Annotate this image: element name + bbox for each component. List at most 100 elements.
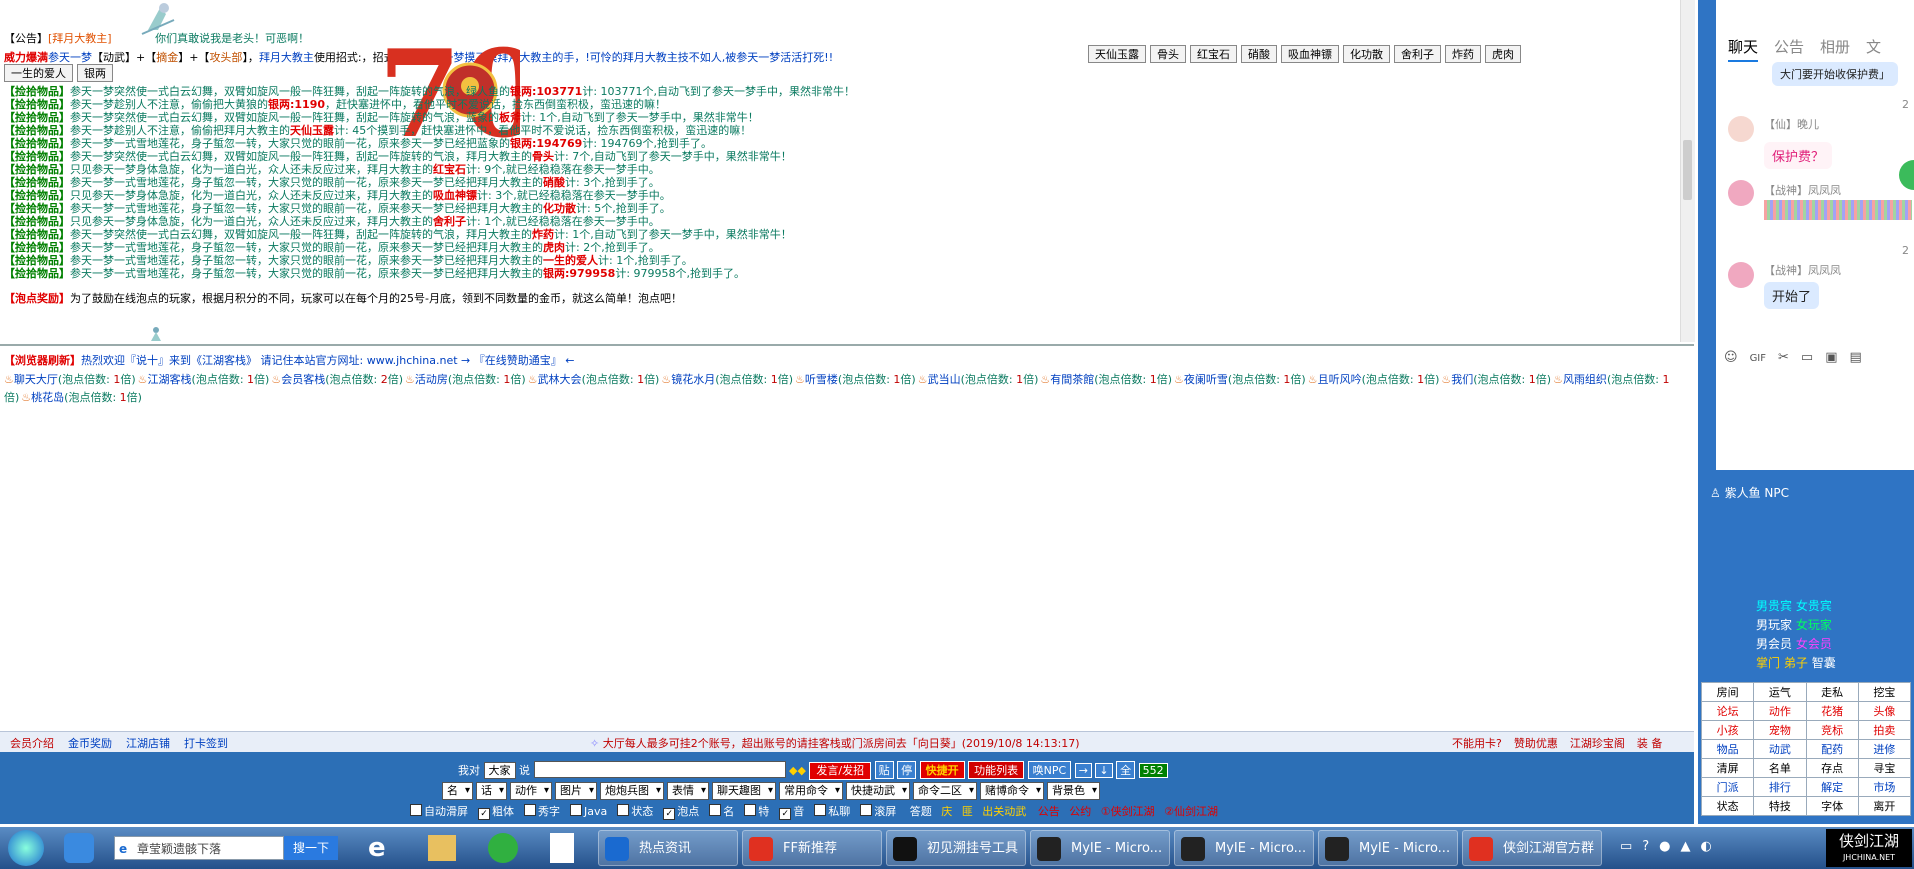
room-link[interactable]: ♨活动房(泡点倍数: 1倍) bbox=[405, 373, 526, 386]
option-checkbox[interactable]: 私聊 bbox=[814, 803, 850, 819]
item-button[interactable]: 舍利子 bbox=[1394, 45, 1441, 63]
command-select[interactable]: 快捷动武 bbox=[846, 782, 910, 800]
menu-cell[interactable]: 宠物 bbox=[1753, 720, 1807, 740]
link-shop[interactable]: 江湖店铺 bbox=[126, 737, 170, 750]
menu-cell[interactable]: 解定 bbox=[1805, 777, 1859, 797]
arrow-right-button[interactable]: → bbox=[1074, 763, 1092, 778]
option-checkbox[interactable]: ✓ 粗体 bbox=[478, 803, 514, 820]
paste-button[interactable]: 贴 bbox=[874, 761, 894, 779]
menu-cell[interactable]: 走私 bbox=[1805, 682, 1859, 702]
item-button[interactable]: 一生的爱人 bbox=[4, 64, 73, 82]
server1-link[interactable]: ①侠剑江湖 bbox=[1101, 805, 1155, 818]
folder-icon[interactable]: ▭ bbox=[1801, 350, 1813, 365]
option-checkbox[interactable]: 名 bbox=[709, 803, 734, 819]
task-myie-3[interactable]: MyIE - Micro... bbox=[1318, 830, 1458, 866]
function-list-button[interactable]: 功能列表 bbox=[968, 761, 1025, 779]
room-link[interactable]: ♨桃花岛(泡点倍数: 1倍) bbox=[21, 391, 142, 404]
menu-cell[interactable]: 拍卖 bbox=[1857, 720, 1912, 740]
checkbox-box[interactable] bbox=[524, 804, 536, 816]
arrow-down-button[interactable]: ↓ bbox=[1095, 763, 1113, 778]
npc-entry[interactable]: ♙ 紫人鱼 NPC bbox=[1710, 484, 1789, 501]
tab-album[interactable]: 相册 bbox=[1820, 36, 1850, 57]
link-sponsor[interactable]: 赞助优惠 bbox=[1514, 737, 1558, 750]
task-myie-1[interactable]: MyIE - Micro... bbox=[1030, 830, 1170, 866]
menu-cell[interactable]: 存点 bbox=[1805, 758, 1859, 778]
menu-cell[interactable]: 运气 bbox=[1753, 682, 1807, 702]
link-equip[interactable]: 装 备 bbox=[1637, 737, 1663, 750]
menu-cell[interactable]: 门派 bbox=[1700, 777, 1755, 797]
command-select[interactable]: 聊天趣图 bbox=[712, 782, 776, 800]
document-icon[interactable] bbox=[550, 833, 574, 863]
menu-cell[interactable]: 房间 bbox=[1700, 682, 1755, 702]
option-checkbox[interactable]: 状态 bbox=[617, 803, 653, 819]
command-select[interactable]: 炮炮兵图 bbox=[600, 782, 664, 800]
more-icon[interactable]: ▤ bbox=[1850, 350, 1862, 365]
start-button[interactable] bbox=[8, 830, 44, 866]
checkbox-box[interactable] bbox=[814, 804, 827, 816]
checkbox-box[interactable]: ✓ bbox=[478, 808, 490, 820]
task-qq-group[interactable]: 侠剑江湖官方群 bbox=[1462, 830, 1602, 866]
task-hot-news[interactable]: 热点资讯 bbox=[598, 830, 738, 866]
room-link[interactable]: ♨且听风吟(泡点倍数: 1倍) bbox=[1308, 373, 1440, 386]
target-select[interactable]: 大家 bbox=[483, 762, 516, 779]
scissors-icon[interactable]: ✂ bbox=[1778, 350, 1789, 365]
menu-cell[interactable]: 特技 bbox=[1753, 796, 1807, 816]
checkbox-box[interactable] bbox=[410, 804, 422, 816]
command-select[interactable]: 话 bbox=[476, 782, 507, 800]
tab-announce[interactable]: 公告 bbox=[1774, 36, 1804, 57]
task-ff[interactable]: FF新推荐 bbox=[742, 830, 882, 866]
search-input[interactable]: e 章莹颖遗骸下落 bbox=[114, 836, 284, 860]
menu-cell[interactable]: 字体 bbox=[1805, 796, 1859, 816]
menu-cell[interactable]: 进修 bbox=[1857, 739, 1912, 759]
command-select[interactable]: 图片 bbox=[555, 782, 597, 800]
emoji-icon[interactable]: ☺ bbox=[1724, 350, 1738, 365]
room-link[interactable]: ♨武当山(泡点倍数: 1倍) bbox=[918, 373, 1039, 386]
call-npc-button[interactable]: 唤NPC bbox=[1027, 761, 1072, 779]
all-button[interactable]: 全 bbox=[1116, 761, 1136, 779]
tab-chat[interactable]: 聊天 bbox=[1728, 36, 1758, 57]
rules-link[interactable]: 公约 bbox=[1069, 805, 1091, 818]
image-icon[interactable]: ▣ bbox=[1825, 350, 1837, 365]
checkbox-box[interactable] bbox=[709, 804, 722, 816]
menu-cell[interactable]: 竞标 bbox=[1805, 720, 1859, 740]
menu-cell[interactable]: 挖宝 bbox=[1857, 682, 1912, 702]
server2-link[interactable]: ②仙剑江湖 bbox=[1164, 805, 1218, 818]
menu-cell[interactable]: 清屏 bbox=[1700, 758, 1755, 778]
menu-cell[interactable]: 寻宝 bbox=[1857, 758, 1912, 778]
room-link[interactable]: ♨听雪楼(泡点倍数: 1倍) bbox=[795, 373, 916, 386]
exit-fight-link[interactable]: 出关动武 bbox=[982, 805, 1026, 818]
option-checkbox[interactable]: 秀字 bbox=[524, 803, 560, 819]
room-link[interactable]: ♨江湖客栈(泡点倍数: 1倍) bbox=[138, 373, 270, 386]
scrollbar-thumb[interactable] bbox=[1683, 140, 1692, 200]
app-icon[interactable] bbox=[64, 833, 94, 863]
room-link[interactable]: ♨镜花水月(泡点倍数: 1倍) bbox=[661, 373, 793, 386]
room-link[interactable]: ♨会员客栈(泡点倍数: 2倍) bbox=[271, 373, 403, 386]
message-input[interactable] bbox=[533, 761, 786, 778]
announce-link[interactable]: 公告 bbox=[1038, 805, 1060, 818]
command-select[interactable]: 背景色 bbox=[1047, 782, 1100, 800]
command-select[interactable]: 命令二区 bbox=[913, 782, 977, 800]
avatar[interactable] bbox=[1728, 116, 1754, 142]
item-button[interactable]: 天仙玉露 bbox=[1088, 45, 1146, 63]
command-select[interactable]: 常用命令 bbox=[779, 782, 843, 800]
option-checkbox[interactable]: 滚屏 bbox=[860, 803, 896, 819]
quiz-link[interactable]: 答题 bbox=[910, 805, 932, 818]
option-checkbox[interactable]: 自动滑屏 bbox=[410, 803, 468, 819]
option-checkbox[interactable]: ✓ 音 bbox=[779, 803, 804, 820]
search-button[interactable]: 搜一下 bbox=[284, 836, 338, 860]
link-member-intro[interactable]: 会员介绍 bbox=[10, 737, 54, 750]
checkbox-box[interactable] bbox=[617, 804, 630, 816]
tray-icons[interactable]: ▭?●▲◐ bbox=[1620, 839, 1722, 854]
fast-toggle-button[interactable]: 快捷开 bbox=[919, 761, 965, 779]
menu-cell[interactable]: 论坛 bbox=[1700, 701, 1755, 721]
option-checkbox[interactable]: ✓ 泡点 bbox=[663, 803, 699, 820]
link-treasure[interactable]: 江湖珍宝阁 bbox=[1570, 737, 1625, 750]
checkbox-box[interactable] bbox=[744, 804, 757, 816]
item-button[interactable]: 银两 bbox=[77, 64, 113, 82]
avatar[interactable] bbox=[1728, 262, 1754, 288]
menu-cell[interactable]: 排行 bbox=[1753, 777, 1807, 797]
menu-cell[interactable]: 头像 bbox=[1857, 701, 1912, 721]
room-link[interactable]: ♨有間茶館(泡点倍数: 1倍) bbox=[1040, 373, 1172, 386]
ie-icon[interactable]: e bbox=[368, 833, 398, 863]
folder-icon[interactable] bbox=[428, 835, 456, 861]
